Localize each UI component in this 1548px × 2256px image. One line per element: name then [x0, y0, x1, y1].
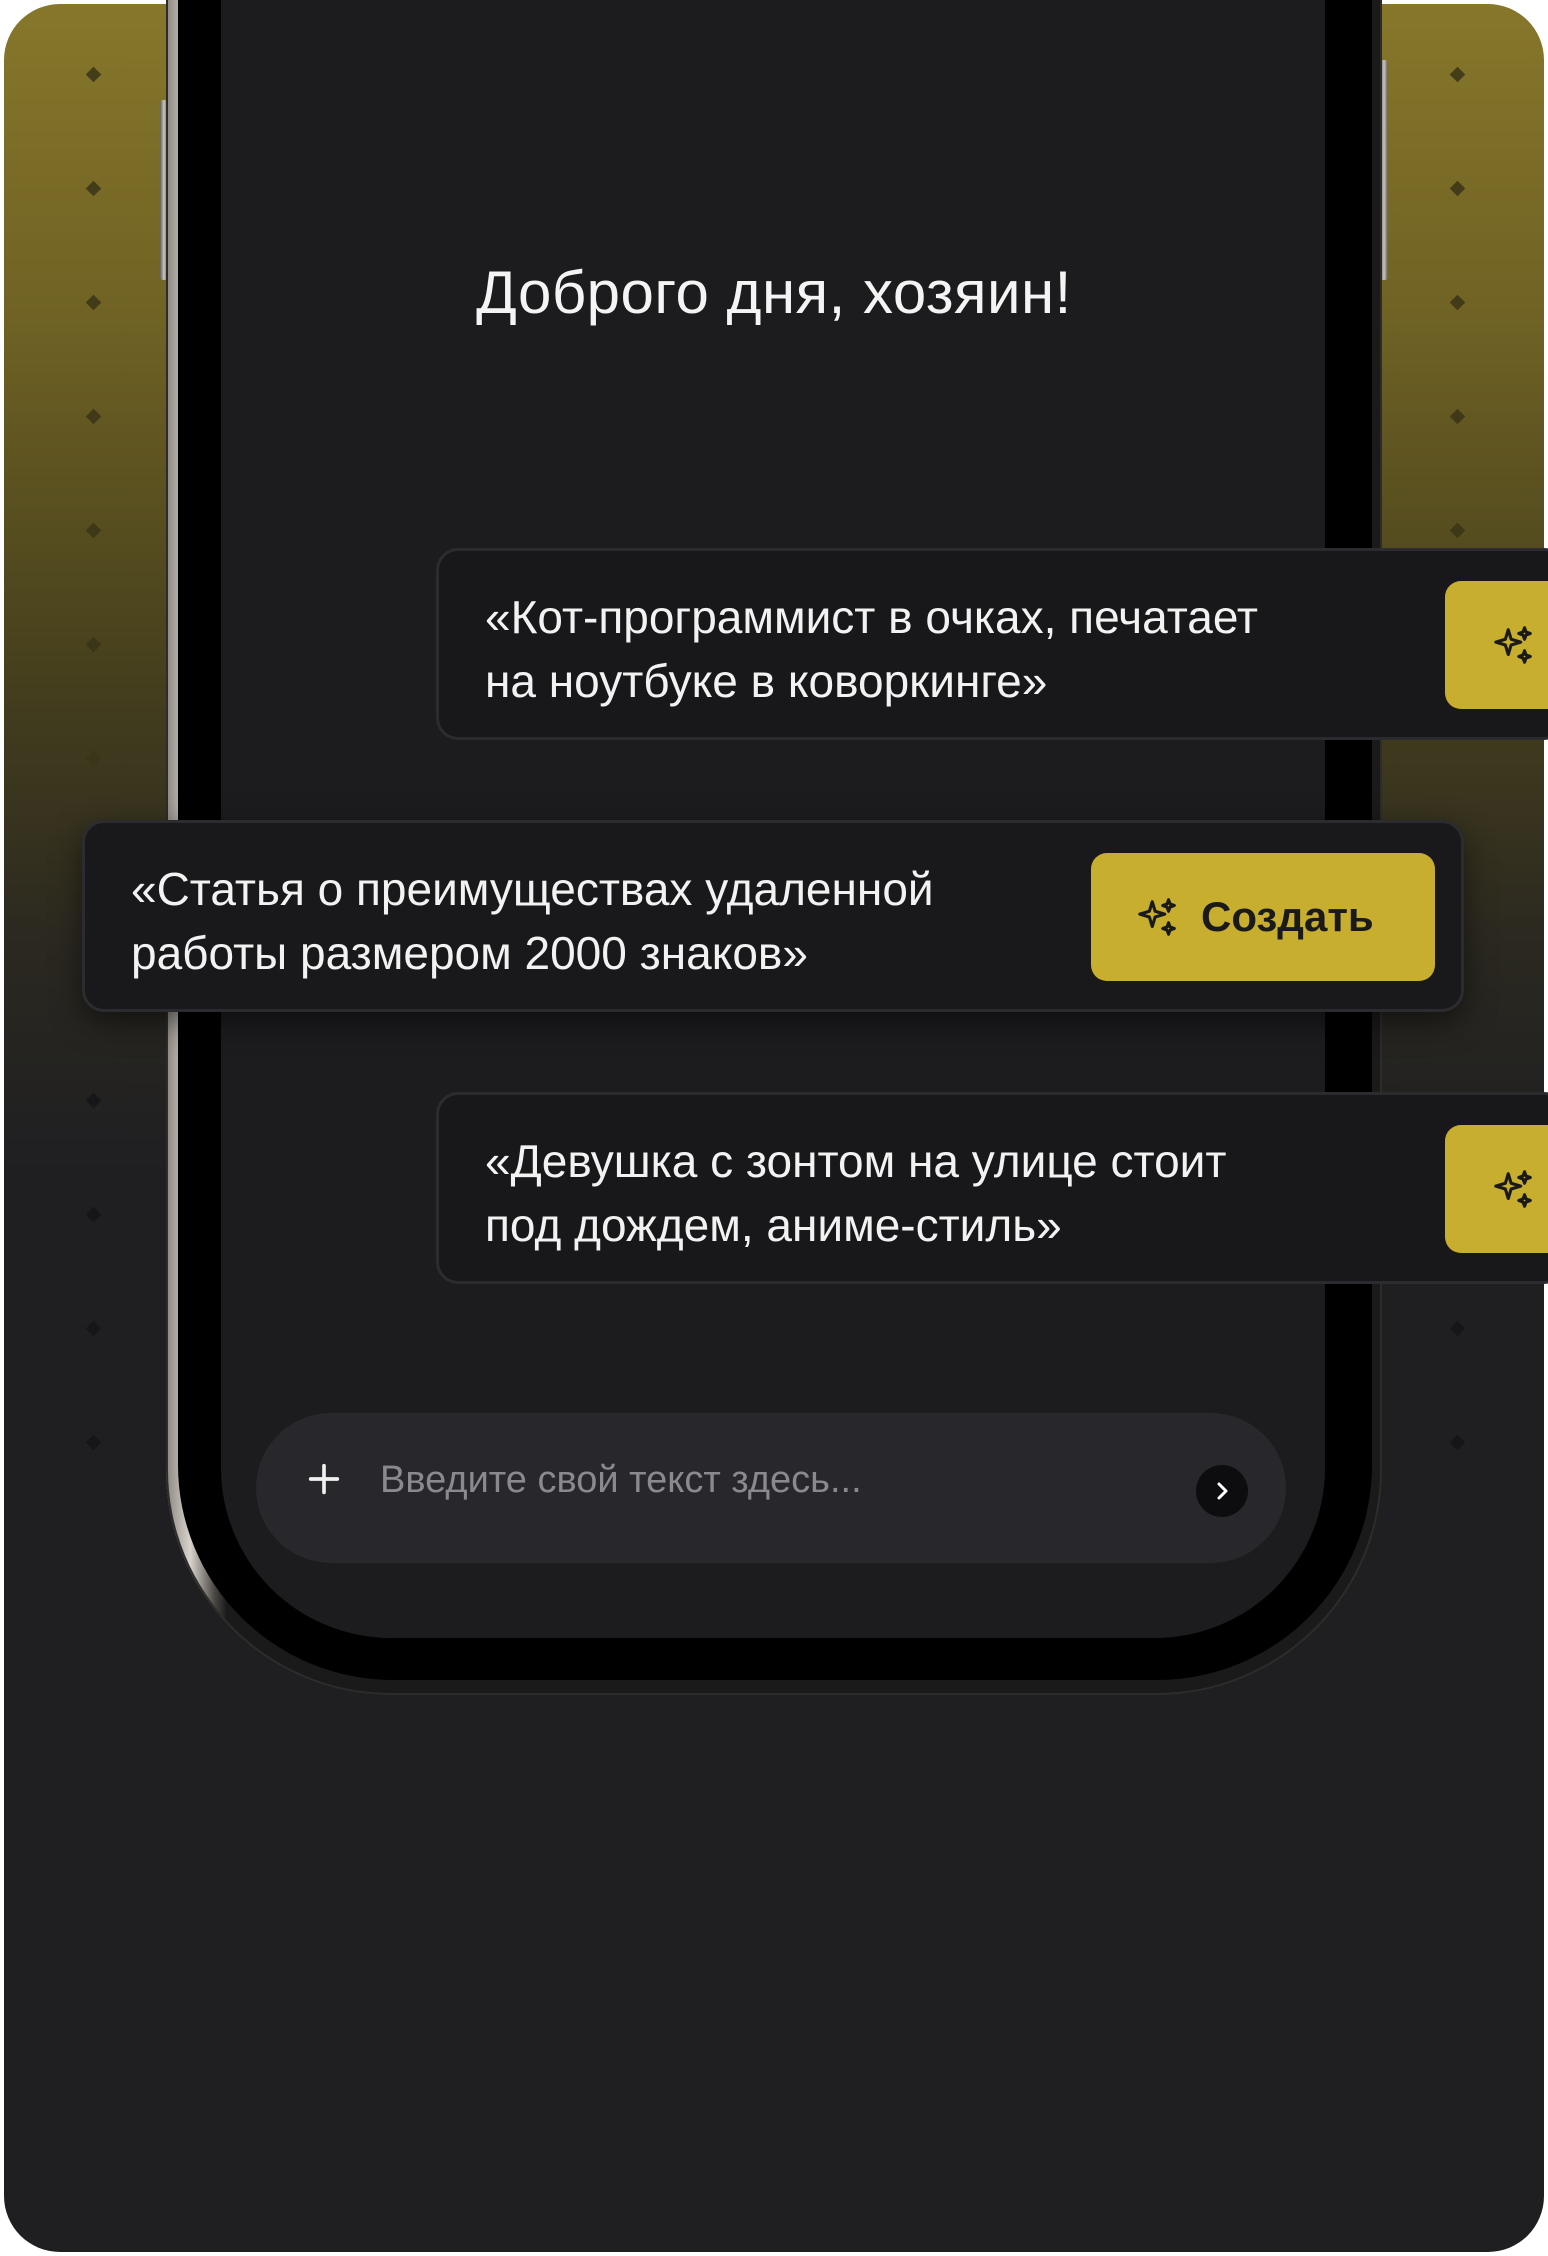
sparkles-icon [1138, 898, 1176, 936]
decor-diamond [1449, 522, 1466, 539]
prompt-card[interactable]: «Девушка с зонтом на улице стоит под дож… [436, 1092, 1548, 1284]
decor-diamond [1449, 1320, 1466, 1337]
message-input-bar[interactable]: Введите свой текст здесь... [256, 1413, 1286, 1563]
decor-diamond [85, 522, 102, 539]
generate-button[interactable] [1445, 1125, 1548, 1253]
prompt-text: «Кот-программист в очках, печатает на но… [485, 591, 1258, 707]
decor-diamond [1449, 66, 1466, 83]
decor-diamond [1449, 180, 1466, 197]
greeting-title: Доброго дня, хозяин! [476, 259, 1072, 326]
phone-screen [221, 0, 1325, 1638]
decor-diamond [85, 1206, 102, 1223]
decor-diamond [85, 408, 102, 425]
chevron-right-icon [1217, 1482, 1228, 1500]
prompt-text: «Статья о преимуществах удаленной работы… [131, 863, 934, 979]
decor-diamond [85, 636, 102, 653]
send-button[interactable] [1196, 1465, 1248, 1517]
generate-button[interactable] [1445, 581, 1548, 709]
prompt-text: «Девушка с зонтом на улице стоит под дож… [485, 1135, 1227, 1251]
decor-diamond [1449, 408, 1466, 425]
generate-button[interactable]: Создать [1091, 853, 1435, 981]
prompt-card[interactable]: «Кот-программист в очках, печатает на но… [436, 548, 1548, 740]
sparkles-icon [1494, 1170, 1532, 1208]
decor-diamond [85, 1092, 102, 1109]
decor-diamond [1449, 1434, 1466, 1451]
decor-diamond [85, 750, 102, 767]
generate-button-label: Создать [1201, 893, 1374, 940]
prompt-card[interactable]: «Статья о преимуществах удаленной работы… [82, 820, 1464, 1012]
decor-diamond [85, 180, 102, 197]
decor-diamond [85, 66, 102, 83]
sparkles-icon [1494, 626, 1532, 664]
decor-diamond [85, 1434, 102, 1451]
message-input[interactable]: Введите свой текст здесь... [380, 1459, 862, 1502]
decor-diamond [85, 1320, 102, 1337]
plus-icon[interactable] [304, 1459, 344, 1499]
